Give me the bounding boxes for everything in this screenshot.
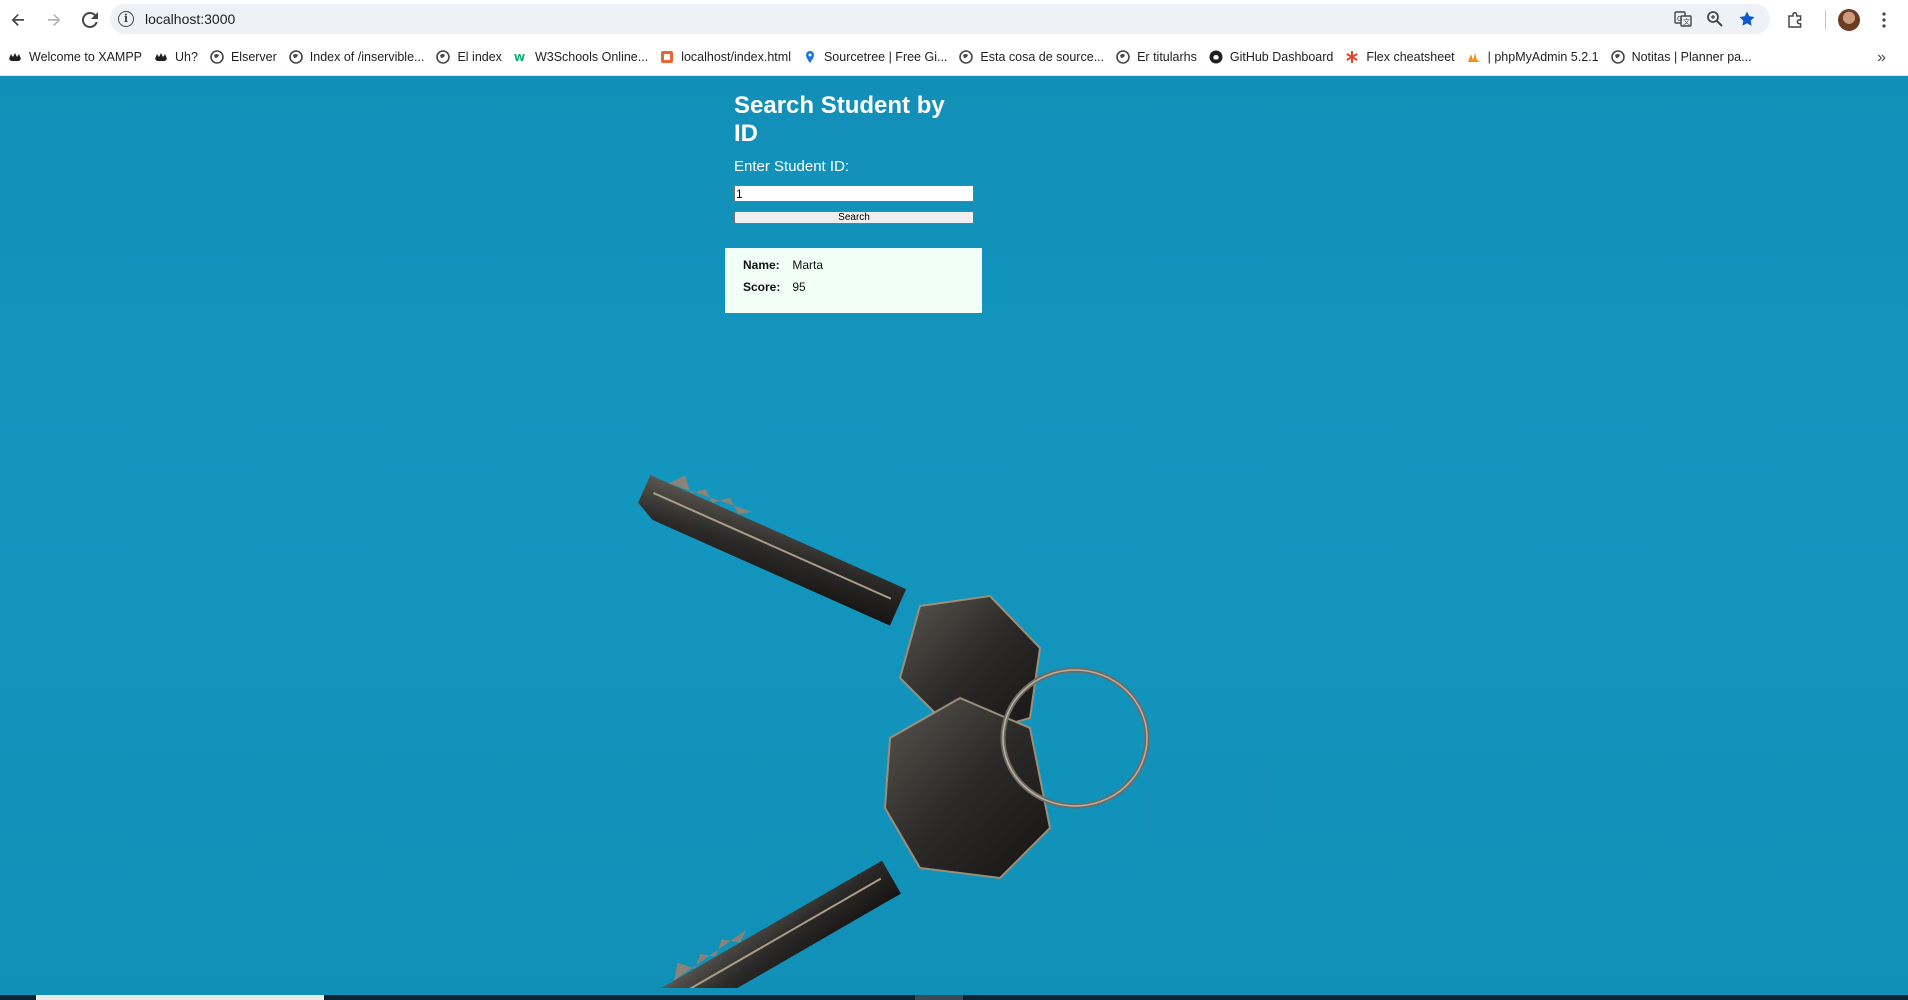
page-background: Search Student by ID Enter Student ID: S… [0, 76, 1908, 1000]
extensions-icon[interactable] [1777, 2, 1813, 38]
bookmark-label: Uh? [175, 50, 198, 64]
html-icon [660, 50, 674, 64]
github-icon [1209, 50, 1223, 64]
url-text[interactable]: localhost:3000 [145, 11, 235, 27]
bookmark-item[interactable]: Esta cosa de source... [953, 43, 1110, 71]
globe-icon [210, 50, 224, 64]
bookmark-label: W3Schools Online... [534, 50, 649, 64]
bookmark-label: | phpMyAdmin 5.2.1 [1487, 50, 1599, 64]
bookmark-item[interactable]: Er titularhs [1110, 43, 1203, 71]
bookmark-item[interactable]: Welcome to XAMPP [2, 43, 148, 71]
xampp-icon [8, 50, 22, 64]
bookmark-label: Er titularhs [1137, 50, 1197, 64]
name-label: Name: [743, 258, 780, 272]
taskbar-strip [0, 995, 1908, 1000]
student-id-label: Enter Student ID: [734, 158, 850, 175]
address-bar[interactable]: i localhost:3000 G文 [110, 4, 1770, 34]
bookmark-item[interactable]: W W3Schools Online... [508, 43, 654, 71]
svg-text:文: 文 [1683, 17, 1690, 26]
score-value: 95 [792, 280, 806, 294]
globe-icon [1116, 50, 1130, 64]
bookmark-label: Sourcetree | Free Gi... [823, 50, 948, 64]
menu-kebab-icon[interactable] [1866, 2, 1902, 38]
bookmark-label: Elserver [230, 50, 277, 64]
search-form: Search Student by ID Enter Student ID: S… [734, 92, 974, 224]
bookmarks-bar: Welcome to XAMPP Uh? Elserver Index of /ins… [0, 39, 1908, 76]
zoom-icon[interactable] [1704, 8, 1726, 30]
result-table: Name: Marta Score: 95 [743, 258, 823, 302]
back-icon[interactable] [0, 2, 36, 38]
bookmark-item[interactable]: Uh? [148, 43, 204, 71]
w3schools-icon: W [514, 50, 528, 64]
name-value: Marta [792, 258, 824, 272]
pin-icon [803, 50, 817, 64]
student-id-input[interactable] [734, 185, 974, 202]
svg-text:G: G [1677, 15, 1682, 23]
table-row: Name: Marta [743, 258, 823, 280]
bookmark-star-icon[interactable] [1736, 8, 1758, 30]
bookmark-item[interactable]: Sourcetree | Free Gi... [797, 43, 953, 71]
bookmark-item[interactable]: | phpMyAdmin 5.2.1 [1461, 43, 1605, 71]
bookmark-item[interactable]: Flex cheatsheet [1339, 43, 1460, 71]
bookmark-item[interactable]: Index of /inservible... [283, 43, 431, 71]
bookmark-label: localhost/index.html [681, 50, 791, 64]
phpmyadmin-icon [1467, 50, 1481, 64]
bookmark-label: Flex cheatsheet [1366, 50, 1455, 64]
asterisk-icon [1345, 50, 1359, 64]
bookmarks-overflow-icon[interactable]: » [1877, 39, 1886, 76]
translate-icon[interactable]: G文 [1672, 8, 1694, 30]
bookmark-label: Esta cosa de source... [980, 50, 1105, 64]
bookmark-label: Notitas | Planner pa... [1631, 50, 1752, 64]
keys-background-image [638, 475, 1150, 988]
score-label: Score: [743, 280, 781, 294]
globe-icon [1610, 50, 1625, 64]
reload-icon[interactable] [72, 2, 108, 38]
bookmark-item[interactable]: El index [430, 43, 507, 71]
bookmark-label: Index of /inservible... [309, 50, 425, 64]
globe-icon [436, 50, 451, 64]
globe-icon [959, 50, 974, 64]
bookmark-item[interactable]: GitHub Dashboard [1203, 43, 1340, 71]
site-info-icon[interactable]: i [118, 11, 134, 27]
bookmark-label: GitHub Dashboard [1229, 50, 1334, 64]
search-button[interactable]: Search [734, 211, 974, 224]
page-title: Search Student by ID [734, 92, 945, 147]
taskbar-segment [915, 995, 963, 1000]
bookmark-label: El index [457, 50, 502, 64]
bookmark-item[interactable]: localhost/index.html [654, 43, 797, 71]
browser-toolbar: i localhost:3000 G文 [0, 0, 1908, 39]
globe-icon [288, 50, 303, 64]
result-card: Name: Marta Score: 95 [725, 248, 982, 313]
xampp-icon [154, 50, 168, 64]
taskbar-segment [36, 995, 324, 1000]
forward-icon[interactable] [36, 2, 72, 38]
svg-text:W: W [514, 53, 525, 64]
bookmark-item[interactable]: Elserver [204, 43, 283, 71]
table-row: Score: 95 [743, 280, 823, 302]
profile-avatar[interactable] [1838, 8, 1860, 31]
bookmark-item[interactable]: Notitas | Planner pa... [1605, 43, 1758, 71]
bookmark-label: Welcome to XAMPP [29, 50, 143, 64]
toolbar-separator [1825, 9, 1826, 30]
